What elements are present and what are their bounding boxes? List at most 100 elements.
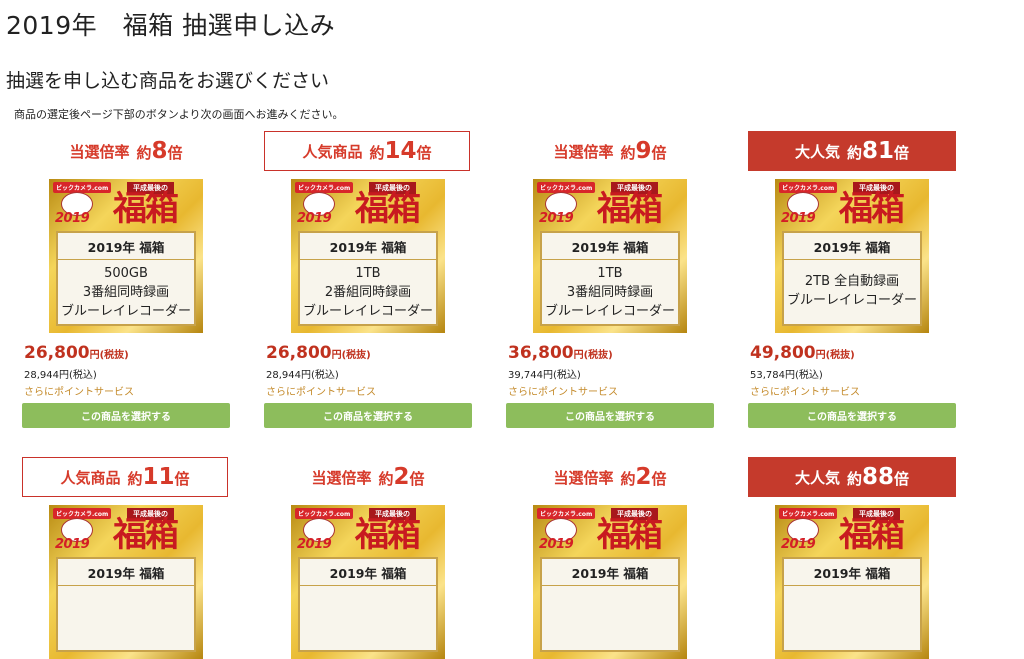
thumb-line: 2TB 全自動録画 [804,274,900,289]
thumb-panel: 2019年 福箱 [298,557,438,652]
store-logo: ビックカメラ.com [779,508,838,519]
product-card: 当選倍率 約8倍 ビックカメラ.com 平成最後の 2019 福箱 2019年 福… [22,131,230,428]
odds-badge: 人気商品 約11倍 [22,457,228,497]
tax-included-price: 28,944円(税込) [266,370,339,381]
point-service: さらにポイントサービス [508,387,618,398]
odds-badge: 当選倍率 約9倍 [506,131,714,171]
thumb-year: 2019 [297,537,332,552]
badge-odds: 約9倍 [620,138,667,164]
thumb-panel: 2019年 福箱 [782,557,922,652]
page-note: 商品の選定後ページ下部のボタンより次の画面へお進みください。 [14,108,344,121]
price-value: 36,800 [508,343,574,363]
thumb-line: 3番組同時録画 [82,285,170,300]
thumb-banner: ビックカメラ.com 平成最後の 2019 福箱 [49,505,203,557]
badge-odds: 約14倍 [369,138,432,164]
select-product-button[interactable]: この商品を選択する [22,403,230,428]
product-image[interactable]: ビックカメラ.com 平成最後の 2019 福箱 2019年 福箱 2TB 全自… [775,179,929,333]
price: 26,800円(税抜) [266,343,472,363]
thumb-banner: ビックカメラ.com 平成最後の 2019 福箱 [291,179,445,231]
odds-badge: 大人気 約88倍 [748,457,956,497]
store-logo: ビックカメラ.com [779,182,838,193]
thumb-banner: ビックカメラ.com 平成最後の 2019 福箱 [533,179,687,231]
thumb-fukubako: 福箱 [355,189,421,229]
store-logo: ビックカメラ.com [53,508,112,519]
price-value: 26,800 [266,343,332,363]
product-card: 人気商品 約14倍 ビックカメラ.com 平成最後の 2019 福箱 2019年 … [264,131,472,428]
product-image[interactable]: ビックカメラ.com 平成最後の 2019 福箱 2019年 福箱 [775,505,929,659]
store-logo: ビックカメラ.com [295,508,354,519]
thumb-line: 1TB [355,266,381,281]
store-logo: ビックカメラ.com [53,182,112,193]
thumb-line: ブルーレイレコーダー [786,293,917,308]
thumb-panel: 2019年 福箱 [56,557,196,652]
thumb-banner: ビックカメラ.com 平成最後の 2019 福箱 [775,505,929,557]
thumb-head: 2019年 福箱 [542,237,678,260]
badge-odds: 約88倍 [846,464,910,490]
select-product-button[interactable]: この商品を選択する [264,403,472,428]
price-unit: 円(税抜) [331,350,371,361]
point-service: さらにポイントサービス [750,387,860,398]
product-image[interactable]: ビックカメラ.com 平成最後の 2019 福箱 2019年 福箱 1TB 2番… [291,179,445,333]
product-card: 大人気 約88倍 ビックカメラ.com 平成最後の 2019 福箱 2019年 福… [748,457,956,659]
thumb-head: 2019年 福箱 [784,237,920,260]
thumb-year: 2019 [539,211,574,226]
thumb-line: 500GB [104,266,148,281]
price-unit: 円(税抜) [89,350,129,361]
store-logo: ビックカメラ.com [295,182,354,193]
thumb-line: 2番組同時録画 [324,285,412,300]
badge-label: 人気商品 [302,142,363,161]
thumb-head: 2019年 福箱 [542,563,678,586]
thumb-banner: ビックカメラ.com 平成最後の 2019 福箱 [775,179,929,231]
thumb-panel: 2019年 福箱 2TB 全自動録画 ブルーレイレコーダー [782,231,922,326]
page-subtitle: 抽選を申し込む商品をお選びください [6,70,330,92]
thumb-fukubako: 福箱 [113,515,179,555]
badge-label: 当選倍率 [553,468,614,487]
thumb-panel: 2019年 福箱 500GB 3番組同時録画 ブルーレイレコーダー [56,231,196,326]
thumb-year: 2019 [781,537,816,552]
thumb-year: 2019 [539,537,574,552]
thumb-year: 2019 [781,211,816,226]
badge-odds: 約81倍 [846,138,910,164]
odds-badge: 当選倍率 約2倍 [264,457,472,497]
product-image[interactable]: ビックカメラ.com 平成最後の 2019 福箱 2019年 福箱 500GB … [49,179,203,333]
product-image[interactable]: ビックカメラ.com 平成最後の 2019 福箱 2019年 福箱 [291,505,445,659]
product-card: 人気商品 約11倍 ビックカメラ.com 平成最後の 2019 福箱 2019年 … [22,457,230,659]
thumb-fukubako: 福箱 [113,189,179,229]
badge-label: 当選倍率 [553,142,614,161]
price: 36,800円(税抜) [508,343,714,363]
badge-odds: 約2倍 [620,464,667,490]
thumb-panel: 2019年 福箱 [540,557,680,652]
select-product-button[interactable]: この商品を選択する [748,403,956,428]
thumb-line: ブルーレイレコーダー [60,304,191,319]
product-image[interactable]: ビックカメラ.com 平成最後の 2019 福箱 2019年 福箱 [533,505,687,659]
point-service: さらにポイントサービス [266,387,376,398]
odds-badge: 当選倍率 約2倍 [506,457,714,497]
thumb-year: 2019 [55,537,90,552]
price-unit: 円(税抜) [815,350,855,361]
thumb-panel: 2019年 福箱 1TB 2番組同時録画 ブルーレイレコーダー [298,231,438,326]
badge-odds: 約11倍 [127,464,190,490]
odds-badge: 大人気 約81倍 [748,131,956,171]
thumb-head: 2019年 福箱 [300,237,436,260]
thumb-head: 2019年 福箱 [300,563,436,586]
page-title: 2019年 福箱 抽選申し込み [6,11,336,40]
odds-badge: 人気商品 約14倍 [264,131,470,171]
store-logo: ビックカメラ.com [537,182,596,193]
product-image[interactable]: ビックカメラ.com 平成最後の 2019 福箱 2019年 福箱 1TB 3番… [533,179,687,333]
badge-label: 大人気 [794,468,840,487]
product-image[interactable]: ビックカメラ.com 平成最後の 2019 福箱 2019年 福箱 [49,505,203,659]
badge-label: 当選倍率 [69,142,130,161]
thumb-fukubako: 福箱 [597,189,663,229]
price: 26,800円(税抜) [24,343,230,363]
thumb-fukubako: 福箱 [355,515,421,555]
thumb-line: 3番組同時録画 [566,285,654,300]
thumb-banner: ビックカメラ.com 平成最後の 2019 福箱 [291,505,445,557]
thumb-year: 2019 [297,211,332,226]
product-card: 当選倍率 約2倍 ビックカメラ.com 平成最後の 2019 福箱 2019年 福… [264,457,472,659]
tax-included-price: 53,784円(税込) [750,370,823,381]
tax-included-price: 39,744円(税込) [508,370,581,381]
thumb-head: 2019年 福箱 [58,563,194,586]
price-value: 49,800 [750,343,816,363]
thumb-fukubako: 福箱 [597,515,663,555]
select-product-button[interactable]: この商品を選択する [506,403,714,428]
